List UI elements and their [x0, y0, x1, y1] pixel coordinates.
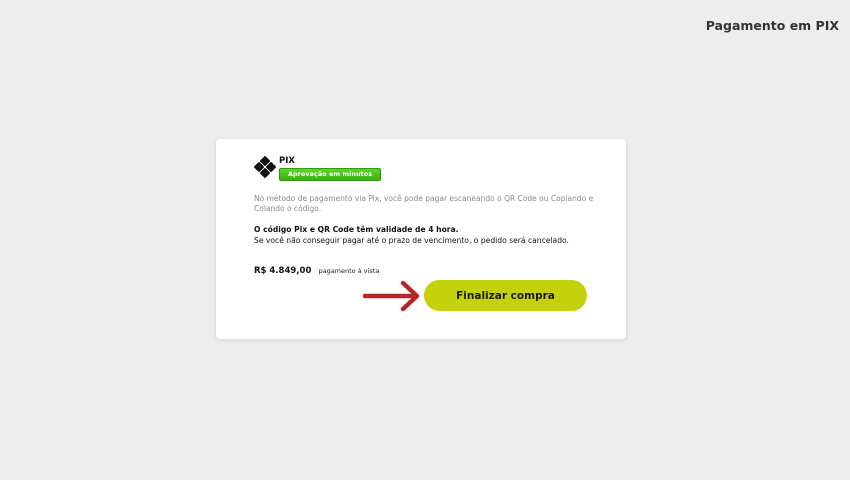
payment-description: No método de pagamento via Pix, você pod… [254, 194, 594, 213]
validity-note: Se você não conseguir pagar até o prazo … [254, 236, 569, 245]
arrow-right-icon [361, 278, 423, 314]
price-note: pagamento à vista [318, 267, 380, 275]
finish-purchase-button[interactable]: Finalizar compra [424, 280, 587, 311]
page-title: Pagamento em PIX [705, 18, 839, 33]
validity-info: O código Pix e QR Code têm validade de 4… [254, 224, 604, 246]
pix-logo-icon [254, 156, 276, 178]
approval-badge: Aprovação em minutos [279, 168, 382, 181]
price-value: R$ 4.849,00 [254, 266, 312, 276]
pix-payment-card: PIX Aprovação em minutos No método de pa… [216, 139, 626, 339]
payment-method-name: PIX [279, 156, 295, 166]
price-row: R$ 4.849,00 pagamento à vista [254, 258, 379, 277]
validity-title: O código Pix e QR Code têm validade de 4… [254, 225, 459, 234]
